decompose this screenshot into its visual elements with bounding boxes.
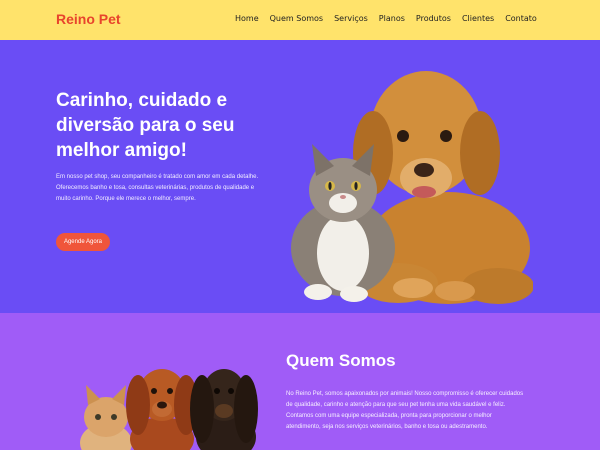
nav-link-contato[interactable]: Contato [505,14,537,23]
nav-link-clientes[interactable]: Clientes [462,14,494,23]
about-title: Quem Somos [286,351,396,370]
nav-link-quem-somos[interactable]: Quem Somos [270,14,323,23]
main-nav: Home Quem Somos Serviços Planos Produtos… [235,14,537,23]
about-description: No Reino Pet, somos apaixonados por anim… [286,391,524,430]
nav-link-servicos[interactable]: Serviços [334,14,368,23]
nav-link-home[interactable]: Home [235,14,259,23]
hero-title: Carinho, cuidado e diversão para o seu m… [56,90,235,161]
about-section: Quem Somos No Reino Pet, somos apaixonad… [0,313,600,450]
top-navbar: Reino Pet Home Quem Somos Serviços Plano… [0,0,600,40]
nav-link-planos[interactable]: Planos [379,14,405,23]
about-pets-image [80,369,258,450]
nav-link-produtos[interactable]: Produtos [416,14,451,23]
hero-description: Em nosso pet shop, seu companheiro é tra… [56,174,259,202]
hero-pets-image [291,71,533,304]
site-logo[interactable]: Reino Pet [56,11,121,27]
hero-section: Carinho, cuidado e diversão para o seu m… [0,40,600,313]
schedule-button[interactable]: Agende Agora [56,233,110,251]
